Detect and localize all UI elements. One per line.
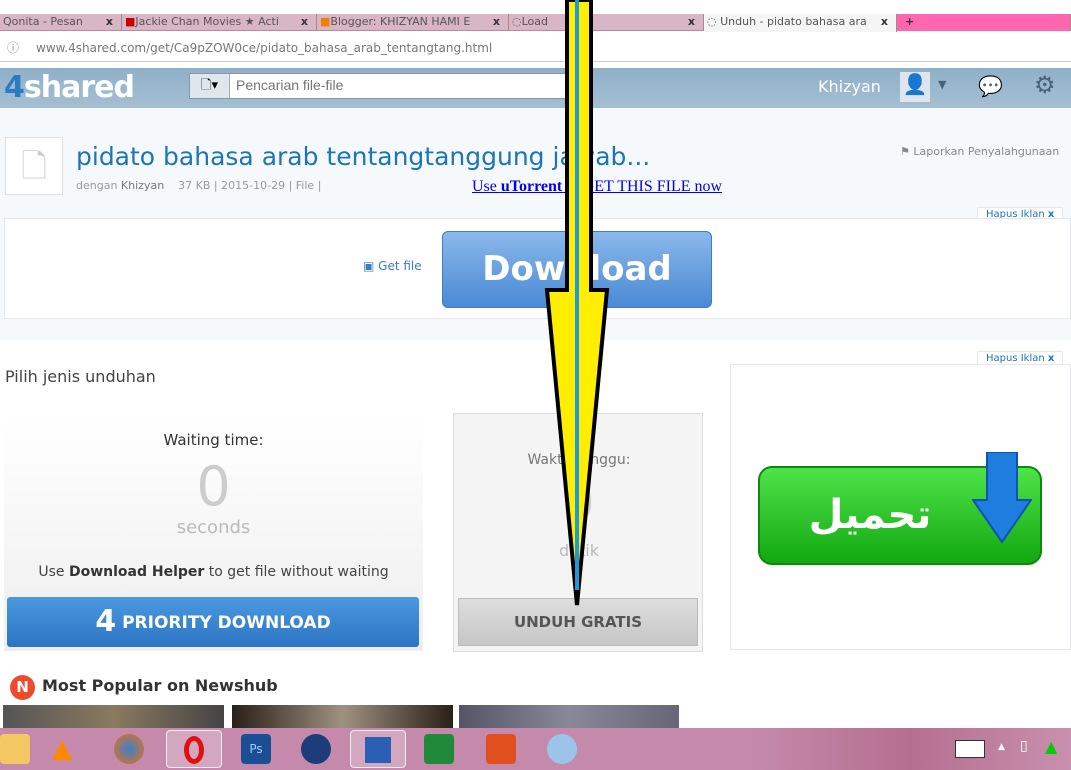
app-icon[interactable] [301,734,331,764]
page-info-icon[interactable]: ⓘ [7,36,19,60]
helper-text: to get file without waiting [204,564,389,580]
close-tab-icon[interactable]: x [106,14,113,30]
photoshop-icon[interactable]: Ps [241,734,271,764]
get-file-link[interactable]: ▣ Get file [363,259,422,273]
search-input[interactable] [236,77,536,93]
flag-icon: ⚑ [900,145,914,158]
gear-icon[interactable]: ⚙ [1034,71,1056,99]
close-tab-icon[interactable]: x [301,14,308,30]
news-thumbnail[interactable] [3,705,224,728]
file-date: 2015-10-29 [221,179,286,192]
network-icon[interactable]: ▲ [1045,737,1057,756]
owner-link[interactable]: Khizyan [121,179,164,192]
loading-icon: ◌ [512,15,522,28]
file-type-dropdown[interactable]: 🗋▾ [190,74,230,98]
search-box[interactable]: 🗋▾ [189,73,569,99]
waiting-value: 0 [196,455,231,518]
helper-text: Use [38,564,69,580]
waiting-unit: seconds [176,517,251,538]
tab-label: Qonita - Pesan [3,15,83,28]
word-icon[interactable] [350,730,406,768]
by-label: dengan [76,179,118,192]
newshub-title: Most Popular on Newshub [42,676,278,695]
4shared-logo[interactable]: 4shared [4,70,135,105]
powerpoint-icon[interactable] [486,734,516,764]
new-tab-button[interactable]: + [897,14,1071,31]
site-header: 4shared 🗋▾ Khizyan 👤 ▼ 💬 ⚙ [0,68,1071,108]
username[interactable]: Khizyan [818,77,881,96]
tab-label: Jackie Chan Movies ★ Acti [135,15,279,28]
explorer-icon[interactable] [0,734,30,764]
url-text: www.4shared.com/get/Ca9pZOW0ce/pidato_ba… [36,41,493,55]
tab-unduh[interactable]: ◌ Unduh - pidato bahasa ara x [704,14,897,32]
file-icon: 🗋 [5,137,63,195]
tab-label: Blogger: KHIZYAN HAMI E [330,15,471,28]
close-tab-icon[interactable]: x [881,14,888,30]
download-helper-link[interactable]: Download Helper [69,564,204,580]
avatar[interactable]: 👤 [900,72,930,102]
news-thumbnail[interactable] [459,705,679,728]
loading-icon: ◌ [707,15,721,28]
tab-blogger[interactable]: ■Blogger: KHIZYAN HAMI E x [317,14,509,31]
taskbar: ▲ Ps ▲ ▯ ▲ [0,728,1071,770]
file-size: 37 KB [178,179,211,192]
4shared-icon: 4 [95,604,117,639]
waiting-label: Waiting time: [163,431,264,449]
tray-expand-icon[interactable]: ▲ [998,742,1005,752]
annotation-arrow-icon [544,0,610,606]
priority-download-button[interactable]: 4 PRIORITY DOWNLOAD [7,597,419,647]
tab-label: Unduh - pidato bahasa ara [720,15,867,28]
youtube-icon: ■ [125,15,136,28]
tab-qonita[interactable]: Qonita - Pesan x [0,14,122,31]
section-heading: Pilih jenis unduhan [5,367,156,386]
opera-icon[interactable] [166,730,222,768]
news-thumbnail[interactable] [232,705,453,728]
blogger-icon: ■ [320,15,331,28]
report-abuse-link[interactable]: ⚑ Laporkan Penyalahgunaan [900,145,1059,158]
vlc-icon[interactable]: ▲ [52,734,82,764]
newshub-icon: N [10,675,35,700]
address-bar[interactable]: ⓘ www.4shared.com/get/Ca9pZOW0ce/pidato_… [0,36,1071,62]
chat-icon[interactable]: 💬 [978,74,1003,98]
paint-icon[interactable] [547,734,577,764]
tab-jackie[interactable]: ■Jackie Chan Movies ★ Acti x [122,14,317,31]
files-icon: ▣ [363,259,379,273]
download-arrow-icon [972,452,1032,544]
firefox-icon[interactable] [114,734,144,764]
excel-icon[interactable] [424,734,454,764]
file-type: File [295,179,315,192]
file-meta: dengan Khizyan 37 KB | 2015-10-29 | File… [76,179,322,192]
close-tab-icon[interactable]: x [493,14,500,30]
close-tab-icon[interactable]: x [688,14,695,30]
keyboard-icon[interactable] [955,740,985,758]
battery-icon[interactable]: ▯ [1020,738,1028,754]
tab-bar: Qonita - Pesan x ■Jackie Chan Movies ★ Ac… [0,14,1071,32]
chevron-down-icon[interactable]: ▼ [938,78,946,91]
